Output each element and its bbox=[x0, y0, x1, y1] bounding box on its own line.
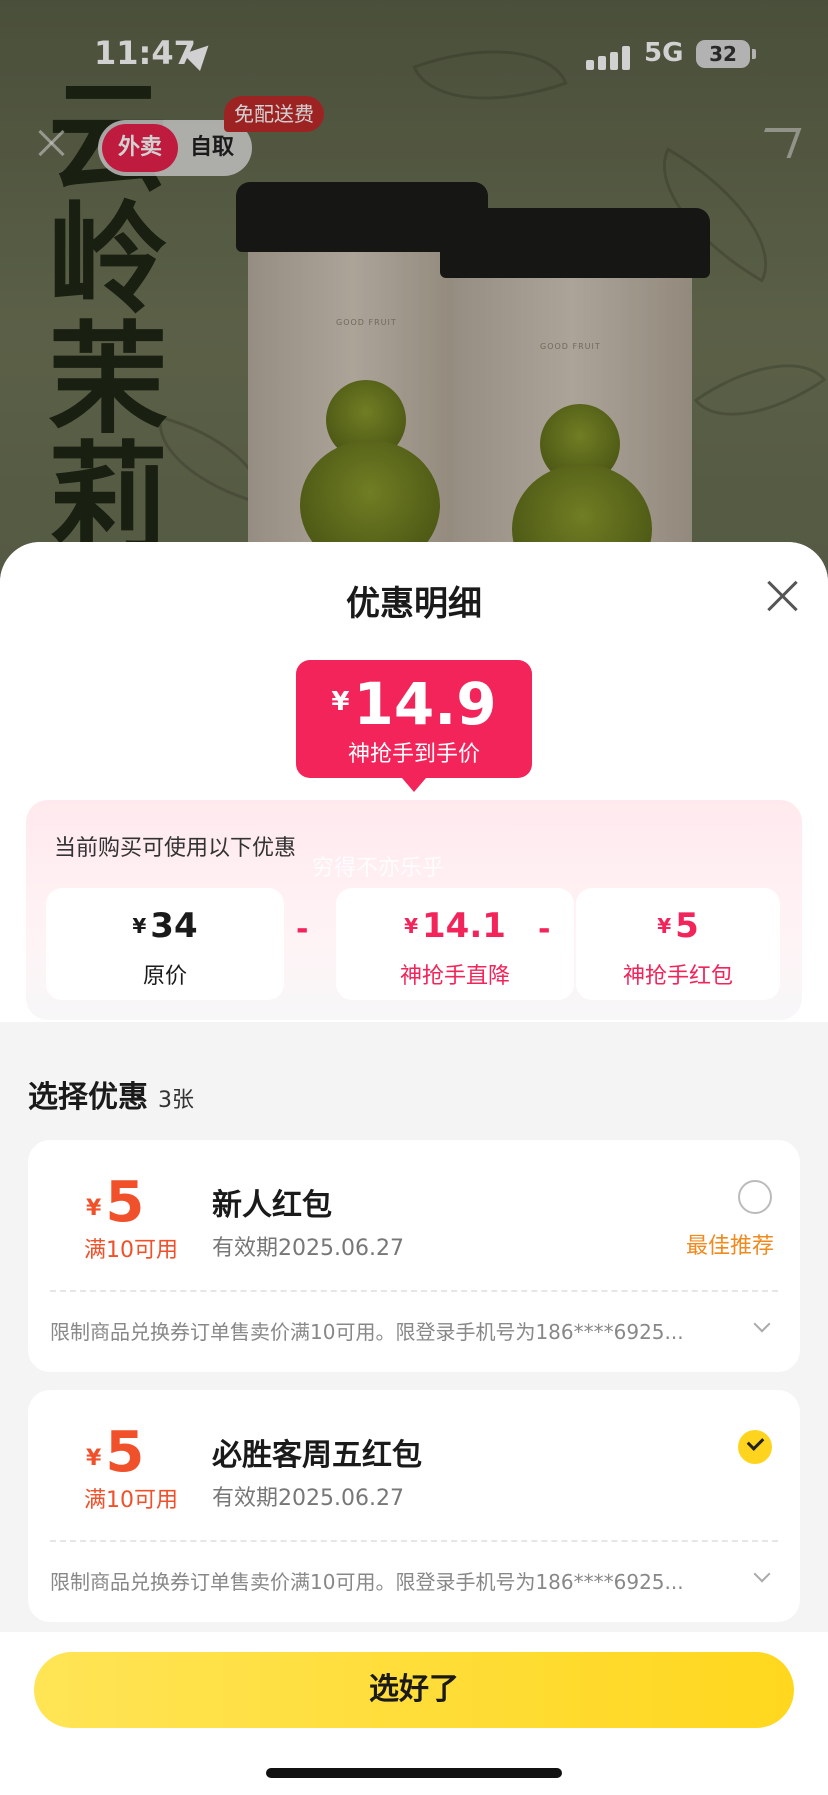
red-packet-label: 神抢手红包 bbox=[622, 964, 733, 989]
coupon-check-icon[interactable] bbox=[738, 1430, 772, 1464]
minus-sign: - bbox=[296, 912, 309, 947]
chevron-down-icon[interactable] bbox=[753, 1315, 771, 1333]
red-packet-value: ¥5 bbox=[657, 906, 699, 946]
modal-backdrop[interactable] bbox=[0, 0, 828, 600]
red-packet-card: ¥5 神抢手红包 bbox=[576, 888, 780, 1000]
coupon-card[interactable]: ¥5 满10可用 必胜客周五红包 有效期2025.06.27 限制商品兑换券订单… bbox=[28, 1390, 800, 1622]
coupon-expiry: 有效期2025.06.27 bbox=[212, 1236, 404, 1261]
final-price-tag: ¥14.9 神抢手到手价 bbox=[296, 660, 532, 792]
coupon-description: 限制商品兑换券订单售卖价满10可用。限登录手机号为186****6925... bbox=[50, 1320, 684, 1344]
bottom-action-bar: 选好了 bbox=[0, 1632, 828, 1795]
choose-discount-title: 选择优惠 bbox=[28, 1080, 148, 1115]
original-price-card: ¥34 原价 bbox=[46, 888, 284, 1000]
coupon-amount: ¥5 bbox=[86, 1170, 145, 1235]
coupon-amount: ¥5 bbox=[86, 1420, 145, 1485]
breakdown-intro: 当前购买可使用以下优惠 bbox=[54, 836, 297, 861]
chevron-down-icon[interactable] bbox=[753, 1565, 771, 1583]
final-price: ¥14.9 bbox=[296, 670, 532, 738]
original-price-value: ¥34 bbox=[132, 906, 198, 946]
final-price-label: 神抢手到手价 bbox=[347, 742, 480, 767]
coupon-condition: 满10可用 bbox=[84, 1238, 178, 1263]
confirm-button[interactable]: 选好了 bbox=[34, 1652, 794, 1728]
close-icon[interactable] bbox=[766, 580, 798, 612]
coupon-name: 必胜客周五红包 bbox=[212, 1438, 422, 1473]
currency-symbol: ¥ bbox=[331, 687, 350, 717]
coupon-description: 限制商品兑换券订单售卖价满10可用。限登录手机号为186****6925... bbox=[50, 1570, 684, 1594]
coupon-name: 新人红包 bbox=[212, 1188, 332, 1223]
coupon-count: 3张 bbox=[158, 1088, 194, 1113]
watermark-text: 穷得不亦乐乎 bbox=[312, 856, 445, 881]
coupon-condition: 满10可用 bbox=[84, 1488, 178, 1513]
direct-discount-label: 神抢手直降 bbox=[399, 964, 510, 989]
home-indicator[interactable] bbox=[266, 1768, 562, 1778]
final-price-value: 14.9 bbox=[353, 670, 497, 738]
discount-breakdown: 当前购买可使用以下优惠 穷得不亦乐乎 ¥34 原价 - ¥14.1 神抢手直降 … bbox=[26, 800, 802, 1020]
coupon-expiry: 有效期2025.06.27 bbox=[212, 1486, 404, 1511]
minus-sign: - bbox=[538, 912, 551, 947]
coupon-card[interactable]: ¥5 满10可用 新人红包 有效期2025.06.27 最佳推荐 限制商品兑换券… bbox=[28, 1140, 800, 1372]
discount-detail-sheet: 优惠明细 ¥14.9 神抢手到手价 当前购买可使用以下优惠 穷得不亦乐乎 ¥34… bbox=[0, 542, 828, 1795]
original-price-label: 原价 bbox=[142, 964, 187, 989]
coupon-radio-unchecked[interactable] bbox=[738, 1180, 772, 1214]
best-recommend-tag: 最佳推荐 bbox=[686, 1234, 775, 1259]
sheet-title: 优惠明细 bbox=[346, 584, 482, 624]
dashed-divider bbox=[50, 1290, 778, 1292]
dashed-divider bbox=[50, 1540, 778, 1542]
